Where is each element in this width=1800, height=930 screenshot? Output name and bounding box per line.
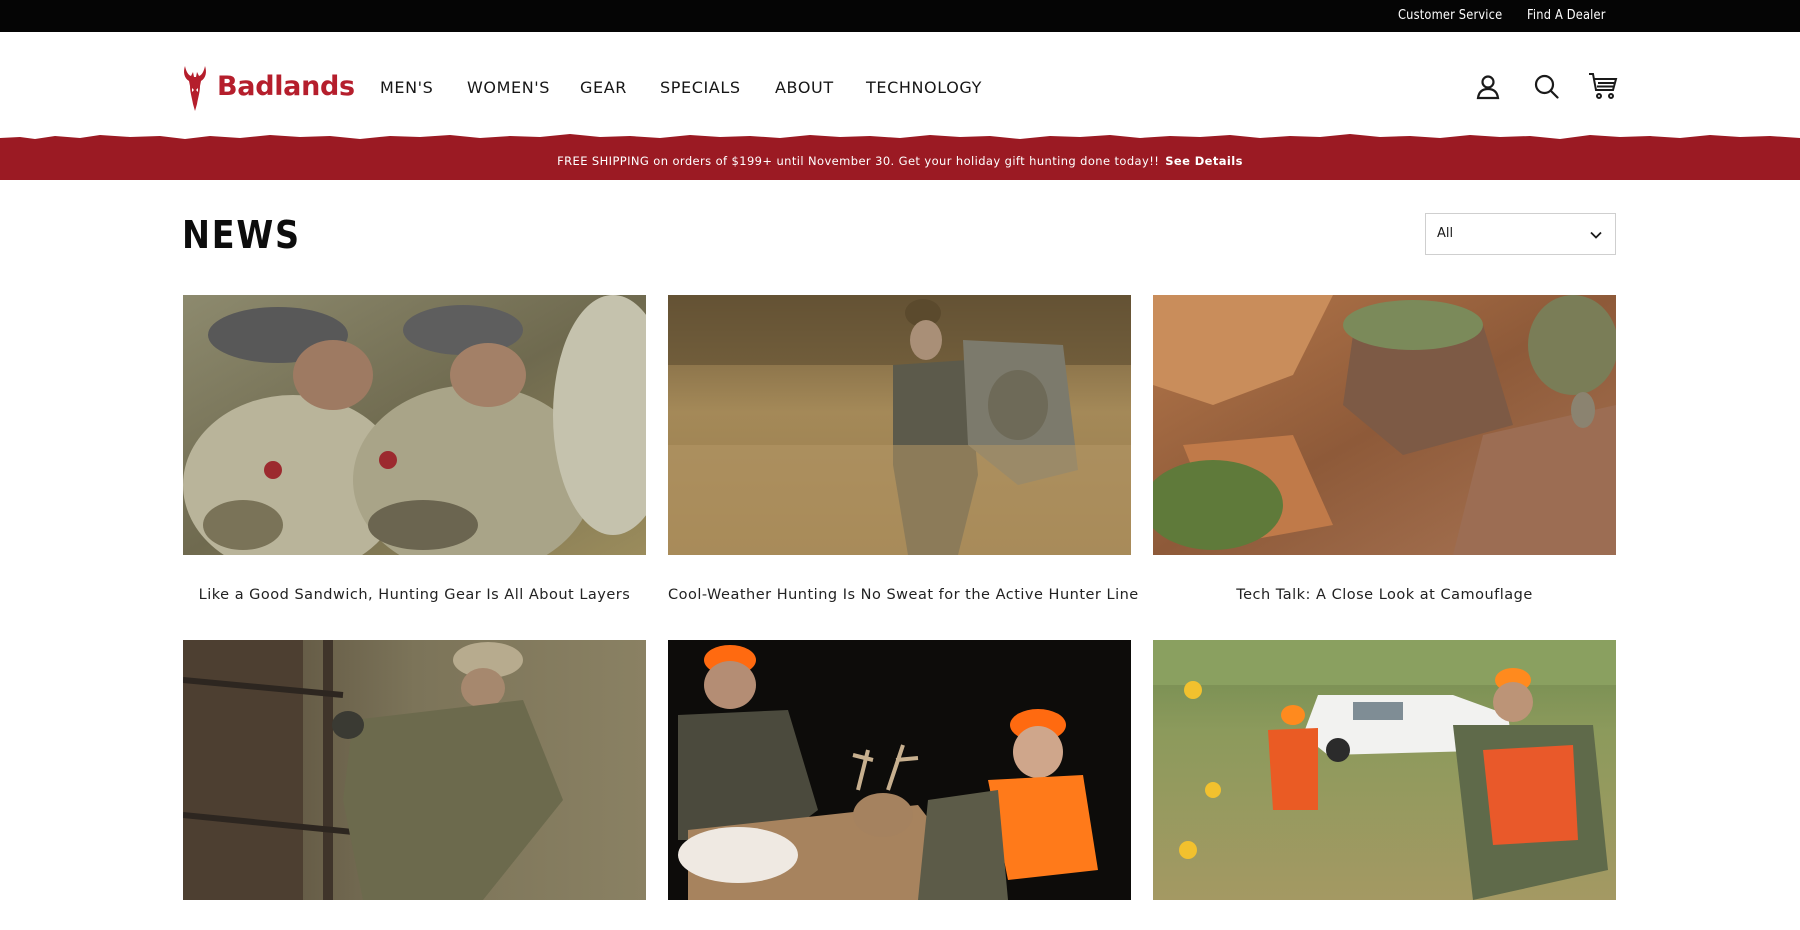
article-image[interactable] (668, 295, 1131, 555)
skull-antler-icon (184, 66, 206, 111)
logo-text: Badlands (217, 71, 355, 102)
cart-icon[interactable] (1588, 72, 1618, 105)
article-image[interactable] (183, 640, 646, 900)
article-title[interactable]: Tech Talk: A Close Look at Camouflage (1153, 587, 1616, 603)
promo-bar: FREE SHIPPING on orders of $199+ until N… (0, 142, 1800, 180)
page-title: NEWS (182, 213, 301, 257)
category-filter-select[interactable]: All (1425, 213, 1616, 255)
nav-womens[interactable]: WOMEN'S (467, 78, 550, 97)
article-title[interactable]: Cool-Weather Hunting Is No Sweat for the… (668, 587, 1138, 603)
chevron-down-icon (1590, 231, 1602, 239)
nav-specials[interactable]: SPECIALS (660, 78, 741, 97)
promo-content: FREE SHIPPING on orders of $199+ until N… (0, 154, 1800, 168)
nav-mens[interactable]: MEN'S (380, 78, 433, 97)
nav-about[interactable]: ABOUT (775, 78, 834, 97)
see-details-link[interactable]: See Details (1165, 154, 1243, 168)
nav-technology[interactable]: TECHNOLOGY (866, 78, 982, 97)
utility-bar: Customer Service Find A Dealer (0, 0, 1800, 32)
article-image[interactable] (668, 640, 1131, 900)
filter-selected-value: All (1437, 226, 1454, 241)
find-a-dealer-link[interactable]: Find A Dealer (1527, 8, 1606, 23)
account-icon[interactable] (1476, 74, 1500, 105)
nav-gear[interactable]: GEAR (580, 78, 627, 97)
customer-service-link[interactable]: Customer Service (1398, 8, 1502, 23)
article-image[interactable] (1153, 295, 1616, 555)
article-image[interactable] (1153, 640, 1616, 900)
search-icon[interactable] (1534, 74, 1559, 105)
site-header: Badlands MEN'S WOMEN'S GEAR SPECIALS ABO… (0, 32, 1800, 140)
logo[interactable]: Badlands (182, 64, 355, 112)
promo-message: FREE SHIPPING on orders of $199+ until N… (557, 154, 1160, 168)
article-title[interactable]: Like a Good Sandwich, Hunting Gear Is Al… (183, 587, 646, 603)
article-image[interactable] (183, 295, 646, 555)
